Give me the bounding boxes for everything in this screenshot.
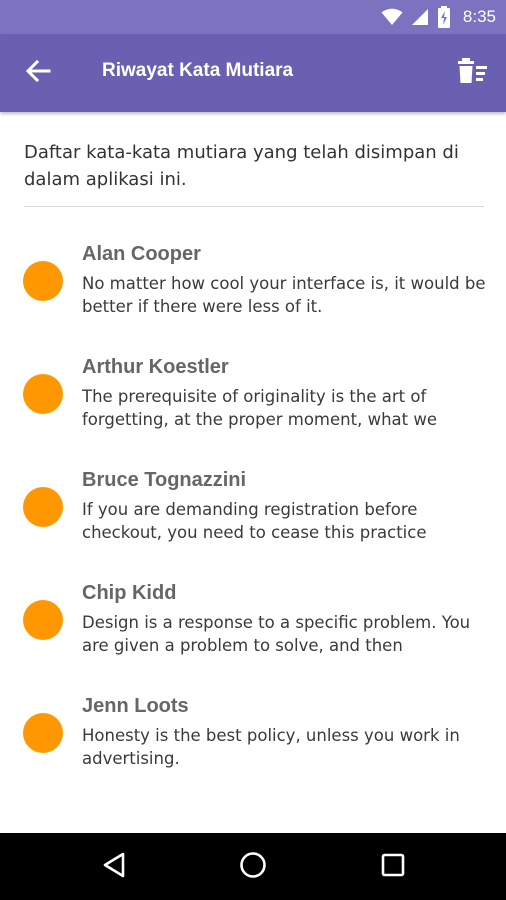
signal-icon <box>411 8 429 26</box>
orange-dot-icon <box>23 600 63 640</box>
home-circle-icon <box>239 851 267 883</box>
quote-item[interactable]: Jenn Loots Honesty is the best policy, u… <box>0 688 506 801</box>
quote-author: Alan Cooper <box>82 243 201 265</box>
app-bar: Riwayat Kata Mutiara <box>0 34 506 112</box>
wifi-icon <box>381 8 403 26</box>
quote-text: Design is a response to a specific probl… <box>82 613 471 655</box>
divider <box>24 206 484 207</box>
orange-dot-icon <box>23 261 63 301</box>
quote-item[interactable]: Chip Kidd Design is a response to a spec… <box>0 575 506 688</box>
quote-text: Honesty is the best policy, unless you w… <box>82 726 460 768</box>
status-bar: 8:35 <box>0 0 506 34</box>
quote-text: The prerequisite of originality is the a… <box>82 387 437 429</box>
orange-dot-icon <box>23 713 63 753</box>
orange-dot-icon <box>23 487 63 527</box>
quote-author: Jenn Loots <box>82 695 189 717</box>
nav-recents-button[interactable] <box>373 849 413 885</box>
quote-author: Bruce Tognazzini <box>82 469 247 491</box>
clear-all-icon <box>458 58 488 88</box>
battery-charging-icon <box>437 6 451 28</box>
quote-item[interactable]: Bruce Tognazzini If you are demanding re… <box>0 462 506 575</box>
nav-home-button[interactable] <box>233 849 273 885</box>
orange-dot-icon <box>23 374 63 414</box>
recents-square-icon <box>381 853 405 881</box>
quote-item[interactable]: Arthur Koestler The prerequisite of orig… <box>0 349 506 462</box>
status-time: 8:35 <box>462 7 496 26</box>
page-description: Daftar kata-kata mutiara yang telah disi… <box>24 142 459 190</box>
quote-text: No matter how cool your interface is, it… <box>82 274 486 316</box>
arrow-back-icon <box>25 59 51 87</box>
quote-author: Chip Kidd <box>82 582 177 604</box>
quote-item[interactable]: Alan Cooper No matter how cool your inte… <box>0 236 506 349</box>
quote-list: Alan Cooper No matter how cool your inte… <box>0 236 506 801</box>
quote-text: If you are demanding registration before… <box>82 500 427 542</box>
clear-history-button[interactable] <box>454 54 492 92</box>
back-triangle-icon <box>102 852 126 882</box>
quote-author: Arthur Koestler <box>82 356 229 378</box>
page-title: Riwayat Kata Mutiara <box>102 60 294 81</box>
system-nav-bar <box>0 833 506 900</box>
nav-back-button[interactable] <box>94 849 134 885</box>
back-button[interactable] <box>18 56 58 90</box>
